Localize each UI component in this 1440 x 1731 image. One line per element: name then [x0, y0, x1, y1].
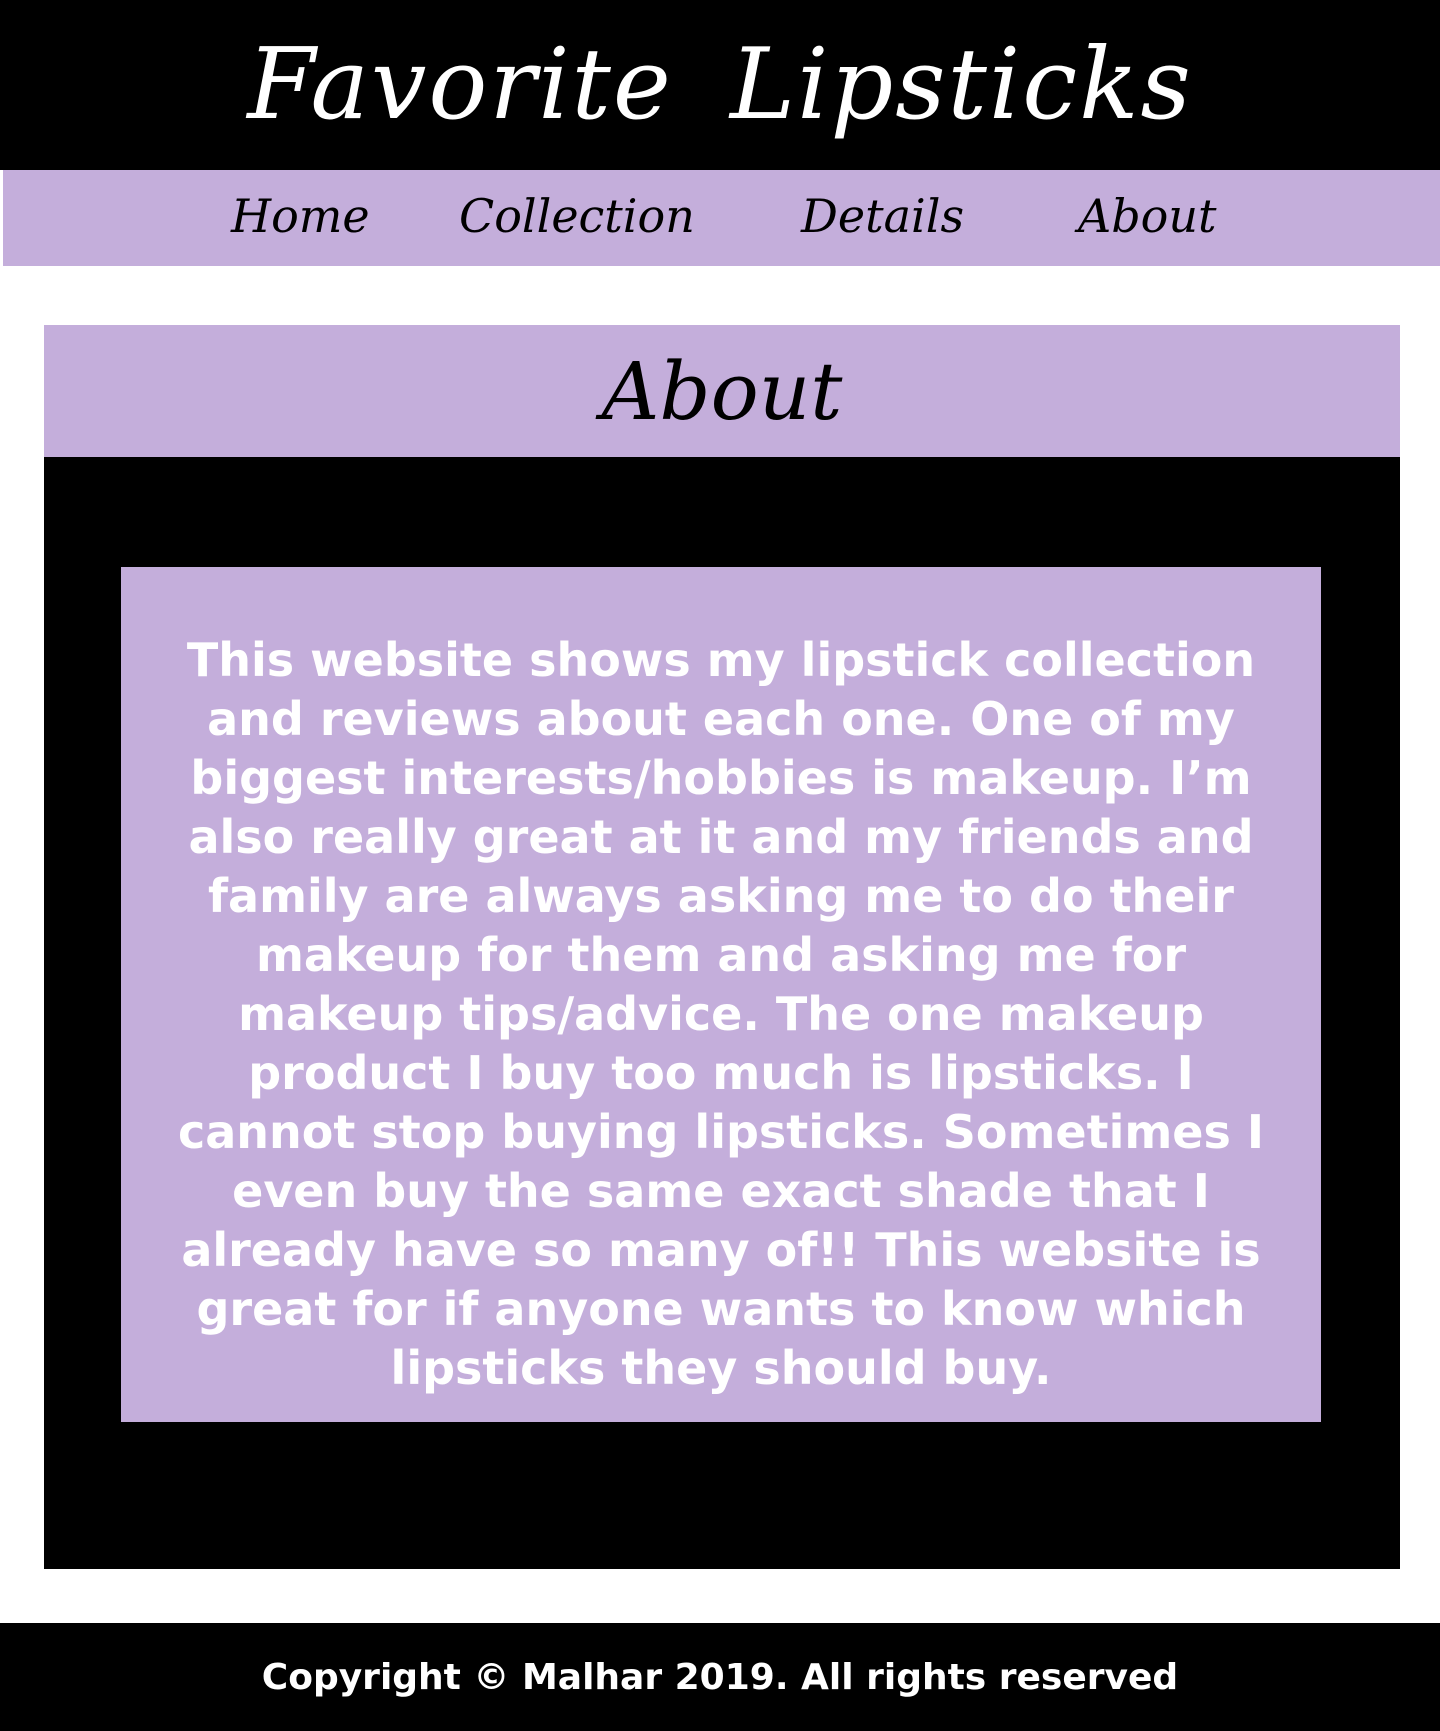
about-heading: About — [601, 344, 843, 438]
copyright-text: Copyright © Malhar 2019. All rights rese… — [261, 1656, 1179, 1698]
about-text-box: This website shows my lipstick collectio… — [121, 567, 1321, 1422]
main-nav: Home Collection Details About — [3, 170, 1440, 266]
about-body-text: This website shows my lipstick collectio… — [177, 633, 1265, 1395]
site-header: Favorite Lipsticks — [0, 0, 1440, 170]
nav-link-collection[interactable]: Collection — [459, 170, 695, 266]
site-footer: Copyright © Malhar 2019. All rights rese… — [0, 1623, 1440, 1731]
about-panel: About This website shows my lipstick col… — [44, 325, 1400, 1569]
nav-link-home[interactable]: Home — [231, 170, 370, 266]
site-title: Favorite Lipsticks — [247, 28, 1193, 142]
about-heading-bar: About — [44, 325, 1400, 457]
nav-link-details[interactable]: Details — [801, 170, 964, 266]
nav-link-about[interactable]: About — [1078, 170, 1216, 266]
